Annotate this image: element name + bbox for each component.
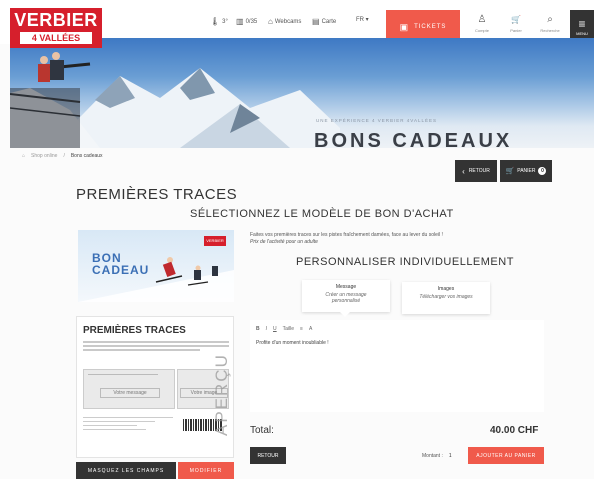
ticket-icon: ▣ xyxy=(399,21,410,32)
section-title: SÉLECTIONNEZ LE MODÈLE DE BON D'ACHAT xyxy=(190,208,454,220)
align-button[interactable]: ≡ xyxy=(300,326,303,332)
home-icon[interactable]: ⌂ xyxy=(22,153,25,159)
account-button[interactable]: ♙ Compte xyxy=(468,14,496,33)
description-price-note: Prix de l'activité pour un adulte xyxy=(250,239,318,245)
font-size-select[interactable]: Taille xyxy=(283,326,294,332)
amount-field: Montant : 1 xyxy=(422,453,452,459)
voucher-preview: PREMIÈRES TRACES Votre message Votre ima… xyxy=(76,316,234,458)
tab-active-indicator xyxy=(340,312,350,317)
tab-message-title: Message xyxy=(335,284,357,290)
tab-message[interactable]: Message Créer un message personnalisé xyxy=(302,280,390,312)
editor-text[interactable]: Profite d'un moment inoubliable ! xyxy=(256,340,329,346)
back-label: RETOUR xyxy=(468,168,490,174)
italic-button[interactable]: I xyxy=(266,326,267,332)
description-line: Faites vos premières traces sur les pist… xyxy=(250,232,443,238)
tab-images-title: Images xyxy=(437,286,455,292)
map-icon: ▤ xyxy=(312,17,320,26)
apercu-watermark: APERÇU xyxy=(212,353,231,436)
breadcrumb: ⌂ Shop online / Bons cadeaux xyxy=(22,153,103,159)
cart-panier-button[interactable]: 🛒 PANIER 0 xyxy=(500,160,552,182)
weather-link[interactable]: 🌡 3° xyxy=(210,17,228,26)
cart-icon: 🛒 xyxy=(505,168,515,175)
back-button[interactable]: RETOUR xyxy=(250,447,286,464)
breadcrumb-current: Bons cadeaux xyxy=(70,153,103,159)
weather-label: 3° xyxy=(222,18,228,25)
tab-images-sub: Télécharger vos images xyxy=(419,294,473,300)
language-select[interactable]: FR ▾ xyxy=(356,16,369,23)
webcams-label: Webcams xyxy=(274,18,302,25)
tickets-label: TICKETS xyxy=(414,24,447,30)
underline-button[interactable]: U xyxy=(273,326,277,332)
account-label: Compte xyxy=(474,28,489,33)
amount-label: Montant : xyxy=(422,453,443,459)
verbier-logo[interactable]: VERBIER 4 VALLÉES xyxy=(10,8,102,48)
thermometer-icon: 🌡 xyxy=(210,17,221,26)
hamburger-icon: ≡ xyxy=(578,17,586,31)
search-icon: ⌕ xyxy=(547,14,553,25)
lift-icon: ▥ xyxy=(236,17,244,26)
lifts-link[interactable]: ▥ 0/35 xyxy=(236,17,257,26)
message-editor[interactable]: B I U Taille ≡ A Profite d'un moment ino… xyxy=(250,320,544,412)
hero-banner: UNE EXPÉRIENCE 4 VERBIER 4VALLÉES BONS C… xyxy=(10,38,594,148)
preview-footer-lines xyxy=(83,417,173,433)
cart-icon: 🛒 xyxy=(511,15,521,24)
logo-name: VERBIER xyxy=(14,10,98,30)
map-label: Carte xyxy=(321,18,337,25)
lifts-label: 0/35 xyxy=(245,18,258,25)
font-color-button[interactable]: A xyxy=(309,326,312,332)
total-price: 40.00 CHF xyxy=(490,425,539,436)
preview-message-area: Votre message xyxy=(83,369,175,409)
preview-text-lines xyxy=(83,341,229,353)
personalize-heading: PERSONNALISER INDIVIDUELLEMENT xyxy=(296,256,514,268)
logo-sub: 4 VALLÉES xyxy=(20,32,92,44)
editor-toolbar: B I U Taille ≡ A xyxy=(256,326,312,332)
page-title: PREMIÈRES TRACES xyxy=(76,186,238,203)
modify-button[interactable]: MODIFIER xyxy=(178,462,234,479)
add-to-cart-button[interactable]: AJOUTER AU PANIER xyxy=(468,447,544,464)
skiers-illustration xyxy=(78,257,234,302)
cart-count-badge: 0 xyxy=(538,167,547,175)
map-link[interactable]: ▤ Carte xyxy=(312,17,336,26)
cart-button[interactable]: 🛒 Panier xyxy=(502,14,530,33)
tab-message-sub2: personnalisé xyxy=(331,298,361,304)
amount-input[interactable]: 1 xyxy=(449,453,452,459)
webcams-link[interactable]: ⌂ Webcams xyxy=(268,17,301,26)
user-icon: ♙ xyxy=(477,14,487,25)
search-button[interactable]: ⌕ Recherche xyxy=(536,14,564,33)
bold-button[interactable]: B xyxy=(256,326,260,332)
voucher-template-thumbnail[interactable]: BON CADEAU VERBIER xyxy=(78,230,234,302)
product-description: Faites vos premières traces sur les pist… xyxy=(250,232,443,246)
preview-title: PREMIÈRES TRACES xyxy=(83,325,186,336)
hide-fields-button[interactable]: MASQUEZ LES CHAMPS xyxy=(76,462,176,479)
total-label: Total: xyxy=(250,425,274,436)
preview-message-label: Votre message xyxy=(100,388,160,398)
panier-label: PANIER xyxy=(517,168,536,174)
breadcrumb-separator: / xyxy=(63,153,65,159)
cart-label: Panier xyxy=(510,28,522,33)
hero-subtitle: UNE EXPÉRIENCE 4 VERBIER 4VALLÉES xyxy=(316,118,437,123)
webcam-icon: ⌂ xyxy=(268,17,273,26)
back-button-top[interactable]: ‹ RETOUR xyxy=(455,160,497,182)
menu-label: MENU xyxy=(576,31,588,36)
hero-title: BONS CADEAUX xyxy=(314,130,513,148)
breadcrumb-shop[interactable]: Shop online xyxy=(31,153,57,159)
chevron-left-icon: ‹ xyxy=(462,166,465,176)
tab-images[interactable]: Images Télécharger vos images xyxy=(402,282,490,314)
search-label: Recherche xyxy=(540,28,560,33)
